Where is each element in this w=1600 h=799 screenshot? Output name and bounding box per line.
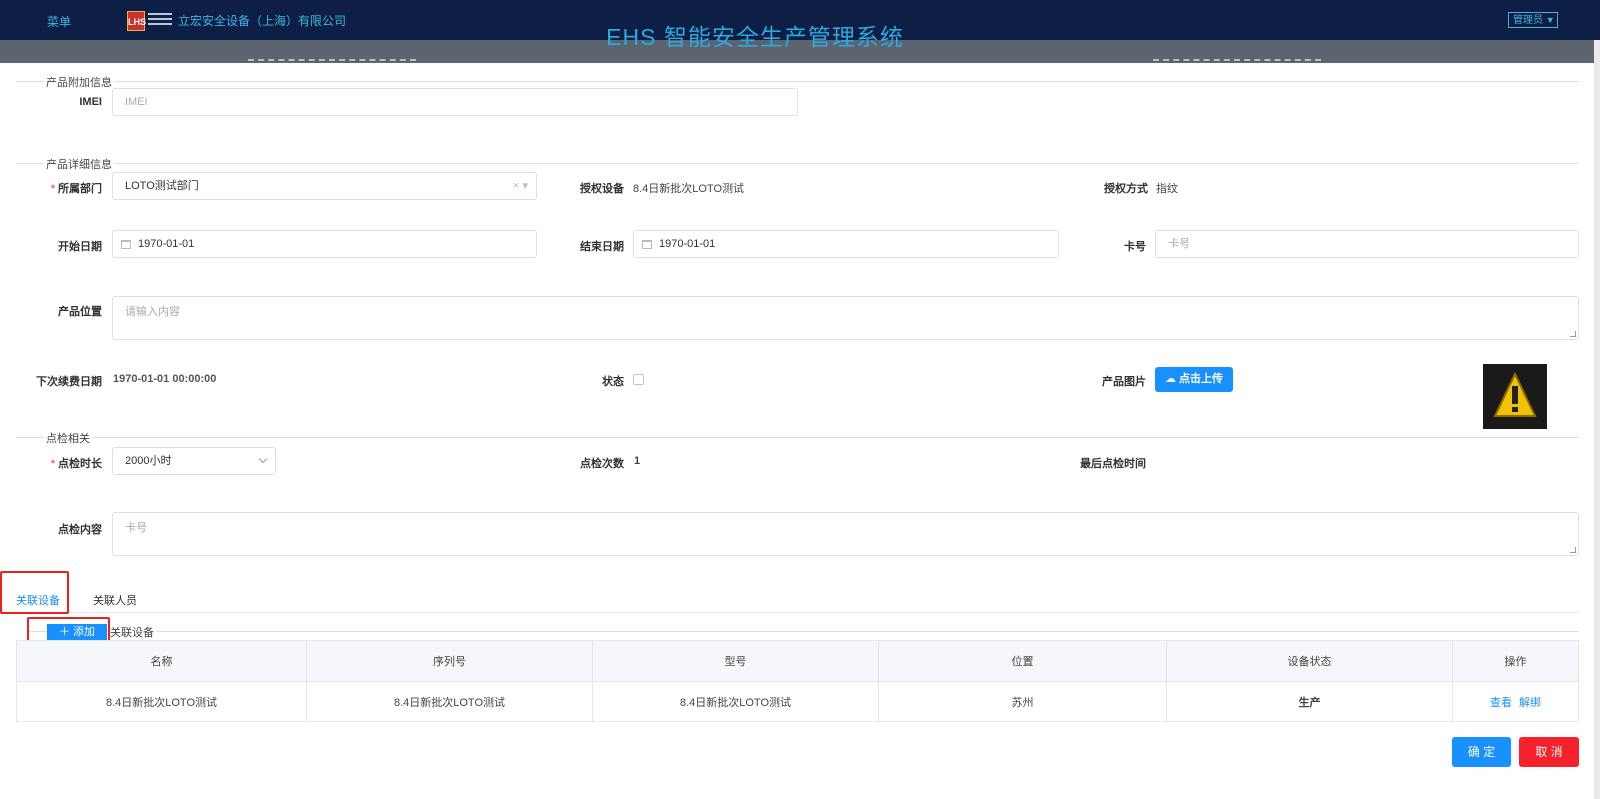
calendar-icon — [121, 240, 131, 249]
auth-method-value: 指纹 — [1156, 183, 1178, 195]
inspect-duration-value: 2000小时 — [125, 455, 172, 467]
section-title-detail-info: 产品详细信息 — [44, 156, 114, 172]
table-header-row: 名称 序列号 型号 位置 设备状态 操作 — [16, 640, 1579, 682]
section-divider — [16, 81, 1579, 82]
card-no-input[interactable]: 卡号 — [1155, 230, 1579, 258]
inspect-content-label: 点检内容 — [58, 524, 102, 536]
location-placeholder: 请输入内容 — [125, 306, 180, 318]
auth-method-label: 授权方式 — [1104, 183, 1148, 195]
inspect-count-value: 1 — [634, 455, 641, 467]
inspect-count-label: 点检次数 — [580, 458, 624, 470]
end-date-value: 1970-01-01 — [659, 238, 716, 250]
renewal-date-label: 下次续费日期 — [36, 376, 102, 388]
inspect-duration-select[interactable]: 2000小时 — [112, 447, 276, 475]
column-header: 名称 — [16, 640, 307, 682]
unbind-link[interactable]: 解绑 — [1519, 697, 1541, 709]
column-header: 位置 — [878, 640, 1167, 682]
imei-placeholder: IMEI — [125, 96, 148, 108]
clear-icon[interactable]: × — [513, 180, 519, 192]
imei-input[interactable]: IMEI — [112, 88, 798, 116]
last-inspect-label: 最后点检时间 — [1080, 458, 1146, 470]
inspect-duration-label: * 点检时长 — [50, 458, 102, 470]
cell-actions: 查看 解绑 — [1452, 681, 1579, 722]
table-row: 8.4日新批次LOTO测试 8.4日新批次LOTO测试 8.4日新批次LOTO测… — [16, 681, 1579, 722]
related-devices-title: 关联设备 — [108, 624, 156, 640]
related-devices-table: 名称 序列号 型号 位置 设备状态 操作 8.4日新批次LOTO测试 8.4日新… — [16, 640, 1579, 722]
end-date-label: 结束日期 — [580, 241, 624, 253]
column-header: 型号 — [592, 640, 879, 682]
column-header: 操作 — [1452, 640, 1579, 682]
status-checkbox[interactable] — [633, 374, 644, 385]
tab-related-people[interactable]: 关联人员 — [93, 592, 137, 608]
upload-label: 点击上传 — [1179, 373, 1224, 385]
start-date-value: 1970-01-01 — [138, 238, 195, 250]
cancel-button[interactable]: 取 消 — [1519, 737, 1579, 767]
column-header: 设备状态 — [1166, 640, 1453, 682]
system-title: EHS 智能安全生产管理系统 — [606, 24, 904, 50]
section-divider — [16, 437, 1579, 438]
upload-button[interactable]: ☁ 点击上传 — [1155, 367, 1233, 392]
chevron-down-icon — [258, 454, 268, 464]
cloud-upload-icon: ☁ — [1164, 373, 1176, 385]
product-image-label: 产品图片 — [1102, 376, 1146, 388]
renewal-date-value: 1970-01-01 00:00:00 — [113, 373, 217, 385]
card-no-label: 卡号 — [1124, 241, 1146, 253]
status-label: 状态 — [602, 376, 624, 388]
imei-label: IMEI — [79, 96, 102, 108]
calendar-icon — [642, 240, 652, 249]
section-divider — [27, 631, 1579, 632]
cell-name: 8.4日新批次LOTO测试 — [16, 681, 307, 722]
product-image-thumbnail[interactable] — [1483, 364, 1547, 429]
scrollbar[interactable] — [1594, 40, 1600, 799]
authorized-device-label: 授权设备 — [580, 183, 624, 195]
chevron-down-icon: ▼ — [1545, 15, 1555, 25]
resize-handle[interactable] — [1570, 547, 1576, 553]
section-divider — [16, 163, 1579, 164]
cell-model: 8.4日新批次LOTO测试 — [592, 681, 879, 722]
cell-serial: 8.4日新批次LOTO测试 — [306, 681, 593, 722]
view-link[interactable]: 查看 — [1490, 697, 1512, 709]
column-header: 序列号 — [306, 640, 593, 682]
inspect-content-placeholder: 卡号 — [125, 522, 147, 534]
header-decoration-left — [248, 59, 416, 62]
cell-status: 生产 — [1166, 681, 1453, 722]
department-value: LOTO测试部门 — [125, 180, 199, 192]
user-menu-label: 管理员 — [1513, 15, 1543, 26]
header-decoration-right — [1153, 59, 1321, 62]
location-textarea[interactable]: 请输入内容 — [112, 296, 1579, 340]
inspect-content-textarea[interactable]: 卡号 — [112, 512, 1579, 556]
location-label: 产品位置 — [58, 306, 102, 318]
section-title-extra-info: 产品附加信息 — [44, 74, 114, 90]
start-date-input[interactable]: 1970-01-01 — [112, 230, 537, 258]
end-date-input[interactable]: 1970-01-01 — [633, 230, 1059, 258]
user-menu-button[interactable]: 管理员 ▼ — [1508, 12, 1558, 28]
section-title-inspection: 点检相关 — [44, 430, 92, 446]
cell-location: 苏州 — [878, 681, 1167, 722]
warning-icon — [1493, 371, 1537, 417]
start-date-label: 开始日期 — [58, 241, 102, 253]
card-no-placeholder: 卡号 — [1168, 238, 1190, 250]
tab-divider — [16, 612, 1579, 613]
resize-handle[interactable] — [1570, 331, 1576, 337]
confirm-button[interactable]: 确 定 — [1452, 737, 1511, 767]
authorized-device-value: 8.4日新批次LOTO测试 — [633, 183, 745, 195]
highlight-box-tab — [0, 571, 69, 614]
department-label: * 所属部门 — [50, 183, 102, 195]
caret-down-icon: ▾ — [522, 180, 528, 192]
department-select[interactable]: LOTO测试部门 × ▾ — [112, 172, 537, 200]
